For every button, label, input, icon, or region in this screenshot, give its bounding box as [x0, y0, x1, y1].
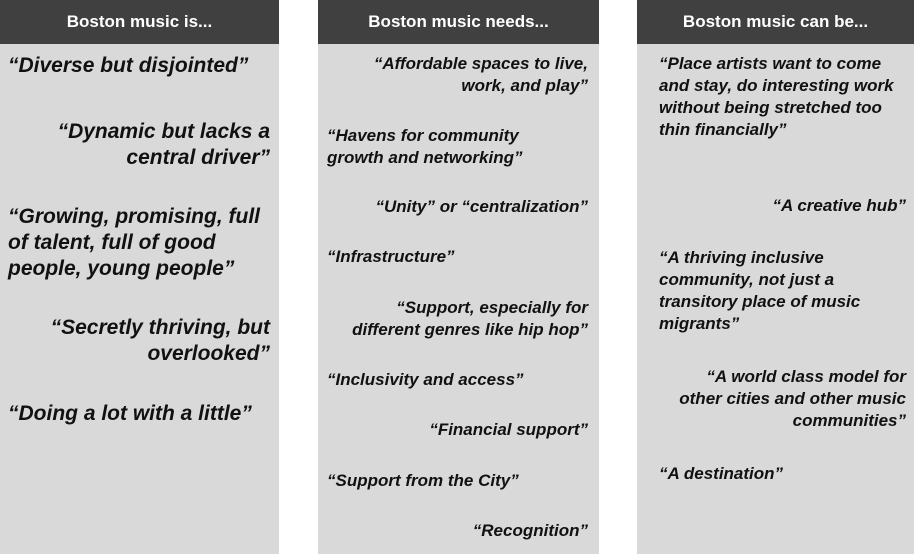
- column-can-be: Boston music can be... “Place artists wa…: [637, 0, 914, 554]
- quote: “Unity” or “centralization”: [375, 197, 588, 216]
- slide: Boston music is... “Diverse but disjoint…: [0, 0, 914, 554]
- quote: “Diverse but disjointed”: [8, 54, 249, 77]
- quote: “A thriving inclusive community, not jus…: [659, 248, 861, 333]
- column-header: Boston music needs...: [318, 0, 599, 44]
- column-needs: Boston music needs... “Affordable spaces…: [318, 0, 599, 554]
- quote: “Infrastructure”: [327, 247, 455, 266]
- quote: “Havens for community growth and network…: [327, 126, 523, 167]
- quote: “Affordable spaces to live, work, and pl…: [373, 54, 588, 95]
- quote: “A creative hub”: [772, 196, 906, 215]
- column-header: Boston music is...: [0, 0, 279, 44]
- quote: “Financial support”: [429, 420, 588, 439]
- quote: “Support, especially for different genre…: [352, 298, 588, 339]
- quote: “Recognition”: [472, 521, 588, 540]
- quote: “Doing a lot with a little”: [8, 402, 252, 425]
- quote: “Place artists want to come and stay, do…: [659, 54, 894, 139]
- quote: “A world class model for other cities an…: [679, 367, 906, 430]
- quote: “A destination”: [659, 464, 784, 483]
- quote: “Growing, promising, full of talent, ful…: [8, 205, 260, 280]
- column-header: Boston music can be...: [637, 0, 914, 44]
- quote: “Support from the City”: [327, 471, 519, 490]
- quote: “Secretly thriving, but overlooked”: [50, 316, 270, 365]
- quote: “Dynamic but lacks a central driver”: [57, 120, 270, 169]
- column-is: Boston music is... “Diverse but disjoint…: [0, 0, 279, 554]
- quote: “Inclusivity and access”: [327, 370, 524, 389]
